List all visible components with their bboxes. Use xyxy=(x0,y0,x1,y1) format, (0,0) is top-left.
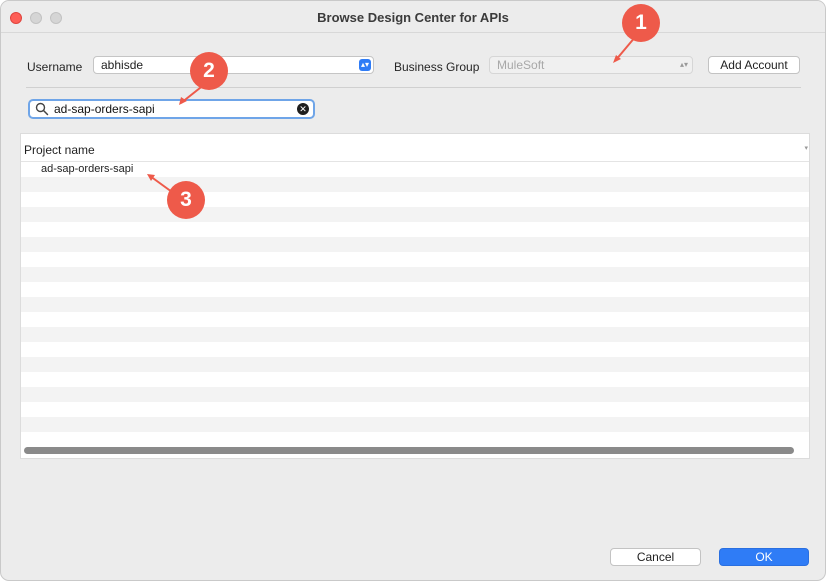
search-input[interactable]: ad-sap-orders-sapi xyxy=(54,102,155,116)
table-row-empty xyxy=(21,387,809,402)
chevron-updown-icon: ▴▾ xyxy=(679,60,689,69)
clear-search-icon[interactable]: ✕ xyxy=(297,103,309,115)
table-row-empty xyxy=(21,297,809,312)
dialog-window: Browse Design Center for APIs Username a… xyxy=(0,0,826,581)
chevron-updown-icon: ▴▾ xyxy=(359,59,371,71)
business-group-select[interactable]: MuleSoft ▴▾ xyxy=(489,56,693,74)
table-row[interactable]: ad-sap-orders-sapi xyxy=(21,162,809,177)
project-name-cell[interactable]: ad-sap-orders-sapi xyxy=(21,162,809,177)
ok-button[interactable]: OK xyxy=(719,548,809,566)
annotation-badge-3: 3 xyxy=(167,181,205,219)
annotation-badge-1: 1 xyxy=(622,4,660,42)
table-row-empty xyxy=(21,402,809,417)
table-row-empty xyxy=(21,192,809,207)
table-body: ad-sap-orders-sapi xyxy=(21,162,809,442)
window-title: Browse Design Center for APIs xyxy=(317,10,509,25)
horizontal-scrollbar[interactable] xyxy=(24,447,794,454)
table-row-empty xyxy=(21,207,809,222)
business-group-value: MuleSoft xyxy=(497,58,545,72)
username-label: Username xyxy=(27,60,83,74)
table-row-empty xyxy=(21,177,809,192)
username-value: abhisde xyxy=(101,58,144,72)
projects-table: Project name ▾ ad-sap-orders-sapi xyxy=(20,133,810,459)
business-group-label: Business Group xyxy=(394,60,480,74)
table-header: Project name ▾ xyxy=(21,134,809,162)
username-select[interactable]: abhisde ▴▾ xyxy=(93,56,374,74)
table-row-empty xyxy=(21,372,809,387)
table-row-empty xyxy=(21,222,809,237)
divider xyxy=(26,87,801,88)
table-row-empty xyxy=(21,357,809,372)
table-row-empty xyxy=(21,282,809,297)
table-row-empty xyxy=(21,327,809,342)
table-row-empty xyxy=(21,312,809,327)
project-name-column-header[interactable]: Project name xyxy=(24,143,95,157)
table-row-empty xyxy=(21,267,809,282)
annotation-badge-2: 2 xyxy=(190,52,228,90)
table-row-empty xyxy=(21,417,809,432)
table-row-empty xyxy=(21,252,809,267)
search-field[interactable]: ad-sap-orders-sapi ✕ xyxy=(28,99,315,119)
title-bar: Browse Design Center for APIs xyxy=(1,1,825,33)
add-account-button[interactable]: Add Account xyxy=(708,56,800,74)
table-row-empty xyxy=(21,237,809,252)
cancel-button[interactable]: Cancel xyxy=(610,548,701,566)
sort-icon[interactable]: ▾ xyxy=(804,144,808,152)
table-row-empty xyxy=(21,342,809,357)
search-icon xyxy=(35,102,49,116)
